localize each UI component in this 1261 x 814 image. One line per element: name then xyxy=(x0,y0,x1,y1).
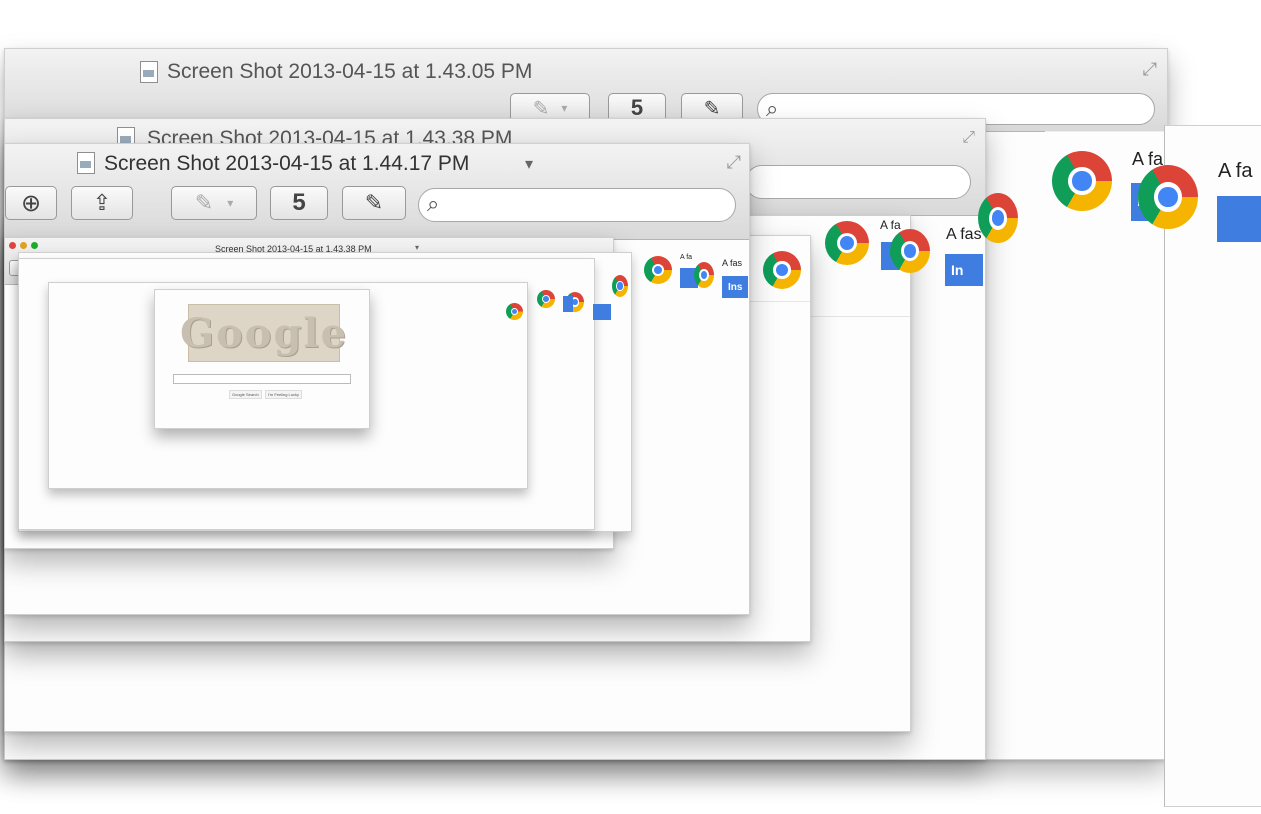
chevron-down-icon: ▾ xyxy=(227,196,234,210)
edit-button[interactable]: ✎ xyxy=(342,186,406,220)
minimize-window-icon[interactable] xyxy=(20,242,27,249)
install-button[interactable]: Ins xyxy=(722,276,748,298)
install-button[interactable] xyxy=(593,304,611,320)
chrome-logo xyxy=(537,290,555,308)
chrome-tagline: A fa xyxy=(1218,160,1253,182)
chrome-tagline: A fa xyxy=(880,218,901,232)
share-button[interactable]: ⇪ xyxy=(71,186,133,220)
search-input[interactable] xyxy=(745,165,971,199)
pen-icon: ✎ xyxy=(532,97,550,120)
zoom-window-icon[interactable] xyxy=(31,242,38,249)
chrome-logo xyxy=(763,251,801,289)
close-window-icon[interactable] xyxy=(9,242,16,249)
feeling-lucky-button[interactable]: I'm Feeling Lucky xyxy=(265,390,302,399)
title-menu-caret[interactable]: ▾ xyxy=(415,243,419,252)
chrome-tagline: A fas xyxy=(722,258,743,268)
install-button-label: Ins xyxy=(728,281,743,293)
document-icon xyxy=(77,152,95,174)
google-homepage-thumbnail: Google Google Search I'm Feeling Lucky xyxy=(154,289,370,429)
chrome-tagline: A fas xyxy=(946,226,982,243)
search-icon: ⌕ xyxy=(427,191,440,216)
zoom-in-button[interactable]: ⊕ xyxy=(5,186,57,220)
install-button[interactable] xyxy=(1217,196,1261,242)
window-title-front: Screen Shot 2013-04-15 at 1.44.17 PM xyxy=(104,152,470,175)
page-separator xyxy=(1045,131,1167,132)
install-button-label: In xyxy=(951,262,964,278)
google-logo: Google xyxy=(179,309,349,357)
chrome-logo xyxy=(890,229,930,273)
chrome-logo xyxy=(978,193,1018,243)
chrome-logo xyxy=(644,256,672,284)
edit-icon: ✎ xyxy=(364,190,384,215)
chrome-logo xyxy=(506,303,523,320)
share-icon: ⇪ xyxy=(92,190,112,215)
install-button[interactable]: In xyxy=(945,254,983,286)
rotate-button[interactable]: 5 xyxy=(270,186,328,220)
fullscreen-icon[interactable]: ⤢ xyxy=(962,129,975,147)
google-doodle: Google xyxy=(180,304,346,362)
search-input[interactable]: ⌕ xyxy=(418,188,736,222)
chrome-logo xyxy=(825,221,869,265)
annotate-dropdown-button[interactable]: ✎ ▾ xyxy=(171,186,257,220)
title-menu-caret[interactable]: ▾ xyxy=(525,154,533,174)
fullscreen-icon[interactable]: ⤢ xyxy=(727,152,741,173)
google-search-input[interactable] xyxy=(173,374,351,384)
window-title-back: Screen Shot 2013-04-15 at 1.43.05 PM xyxy=(167,60,533,83)
chevron-down-icon: ▾ xyxy=(561,101,568,115)
chrome-logo xyxy=(1138,165,1198,229)
google-search-button[interactable]: Google Search xyxy=(229,390,262,399)
install-button[interactable] xyxy=(563,296,573,312)
document-icon xyxy=(140,61,158,83)
chrome-logo xyxy=(694,262,714,288)
chrome-logo xyxy=(1052,151,1112,211)
chrome-tagline: A fa xyxy=(680,254,693,261)
fullscreen-icon[interactable]: ⤢ xyxy=(1143,59,1157,80)
pen-icon: ✎ xyxy=(194,190,214,215)
chrome-logo xyxy=(612,275,628,297)
edit-icon: ✎ xyxy=(703,97,721,120)
rotate-icon: 5 xyxy=(292,189,306,216)
titlebar-front: Screen Shot 2013-04-15 at 1.44.17 PM ▾ ⤢… xyxy=(5,144,749,240)
zoom-in-icon: ⊕ xyxy=(20,189,42,217)
